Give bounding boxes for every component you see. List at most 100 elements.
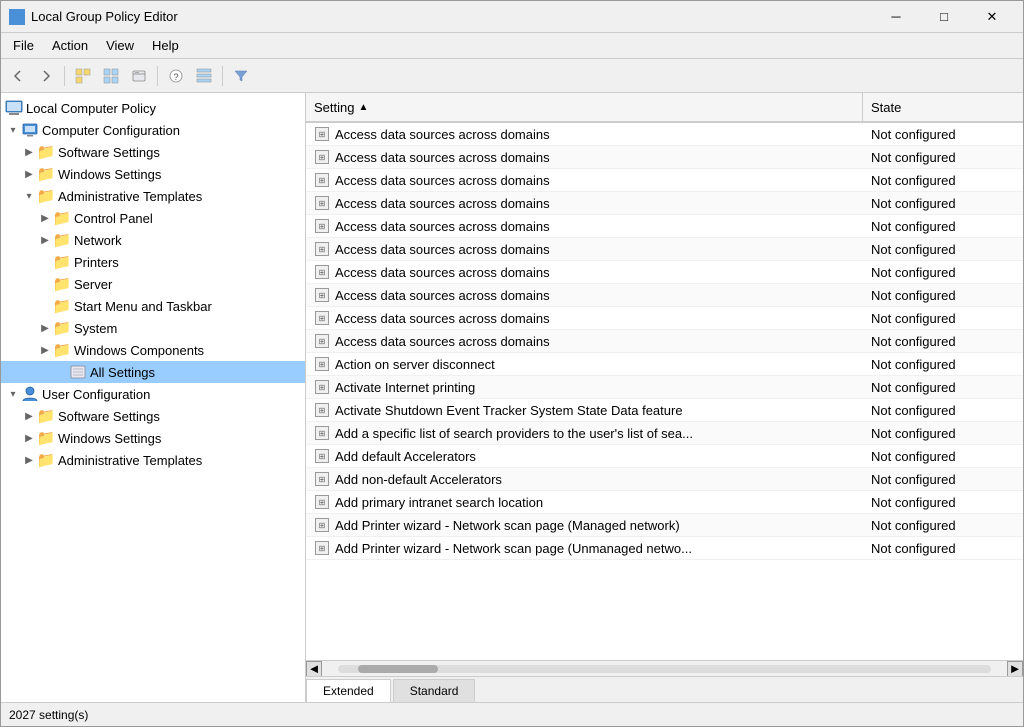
horizontal-scrollbar[interactable]: ◄ ► — [306, 660, 1023, 676]
toggle-userconfig[interactable]: ▾ — [5, 386, 21, 402]
maximize-button[interactable]: □ — [921, 4, 967, 30]
user-config-icon — [21, 385, 39, 403]
toggle-win2[interactable]: ▶ — [21, 430, 37, 446]
main-content: Local Computer Policy ▾ Computer Configu… — [1, 93, 1023, 702]
table-row[interactable]: ⊞ Add default Accelerators Not configure… — [306, 445, 1023, 468]
window-title: Local Group Policy Editor — [31, 9, 178, 24]
sidebar-item-admin-templates[interactable]: ▾ 📁 Administrative Templates — [1, 185, 305, 207]
toggle-admin2[interactable]: ▶ — [21, 452, 37, 468]
table-row[interactable]: ⊞ Add Printer wizard - Network scan page… — [306, 514, 1023, 537]
cell-setting: ⊞ Activate Internet printing — [306, 377, 863, 397]
toggle-system[interactable]: ▶ — [37, 320, 53, 336]
toggle-software-2[interactable]: ▶ — [21, 408, 37, 424]
sidebar-item-printers[interactable]: 📁 Printers — [1, 251, 305, 273]
policy-icon: ⊞ — [314, 333, 330, 349]
sidebar-item-control-panel[interactable]: ▶ 📁 Control Panel — [1, 207, 305, 229]
refresh-button[interactable] — [126, 63, 152, 89]
table-row[interactable]: ⊞ Action on server disconnect Not config… — [306, 353, 1023, 376]
cell-state: Not configured — [863, 470, 1023, 489]
table-row[interactable]: ⊞ Add a specific list of search provider… — [306, 422, 1023, 445]
col-header-state[interactable]: State — [863, 93, 1023, 121]
sidebar-item-server[interactable]: 📁 Server — [1, 273, 305, 295]
help-button[interactable]: ? — [163, 63, 189, 89]
cell-setting: ⊞ Access data sources across domains — [306, 147, 863, 167]
sidebar-item-computer-config[interactable]: ▾ Computer Configuration — [1, 119, 305, 141]
table-row[interactable]: ⊞ Access data sources across domains Not… — [306, 307, 1023, 330]
sidebar-item-all-settings[interactable]: All Settings — [1, 361, 305, 383]
minimize-button[interactable]: ─ — [873, 4, 919, 30]
toggle-software-1[interactable]: ▶ — [21, 144, 37, 160]
table-row[interactable]: ⊞ Access data sources across domains Not… — [306, 238, 1023, 261]
menu-action[interactable]: Action — [44, 36, 96, 55]
sidebar-item-admin-templates-2[interactable]: ▶ 📁 Administrative Templates — [1, 449, 305, 471]
menu-view[interactable]: View — [98, 36, 142, 55]
folder-icon-system: 📁 — [53, 319, 71, 337]
sidebar-item-software-settings-1[interactable]: ▶ 📁 Software Settings — [1, 141, 305, 163]
up-button[interactable] — [70, 63, 96, 89]
menu-file[interactable]: File — [5, 36, 42, 55]
details-button[interactable] — [191, 63, 217, 89]
table-row[interactable]: ⊞ Add primary intranet search location N… — [306, 491, 1023, 514]
policy-icon: ⊞ — [314, 172, 330, 188]
cell-setting: ⊞ Access data sources across domains — [306, 216, 863, 236]
table-row[interactable]: ⊞ Access data sources across domains Not… — [306, 261, 1023, 284]
table-row[interactable]: ⊞ Access data sources across domains Not… — [306, 169, 1023, 192]
title-bar-controls: ─ □ ✕ — [873, 4, 1015, 30]
scroll-left-btn[interactable]: ◄ — [306, 661, 322, 677]
sidebar-item-network[interactable]: ▶ 📁 Network — [1, 229, 305, 251]
toggle-wincomp[interactable]: ▶ — [37, 342, 53, 358]
table-body[interactable]: ⊞ Access data sources across domains Not… — [306, 123, 1023, 660]
cell-setting: ⊞ Add Printer wizard - Network scan page… — [306, 538, 863, 558]
table-row[interactable]: ⊞ Add Printer wizard - Network scan page… — [306, 537, 1023, 560]
menu-help[interactable]: Help — [144, 36, 187, 55]
col-header-setting[interactable]: Setting ▲ — [306, 93, 863, 121]
tab-standard[interactable]: Standard — [393, 679, 476, 702]
scroll-right-btn[interactable]: ► — [1007, 661, 1023, 677]
tree-root[interactable]: Local Computer Policy — [1, 97, 305, 119]
cell-state: Not configured — [863, 125, 1023, 144]
control-panel-label: Control Panel — [71, 211, 153, 226]
col-setting-label: Setting — [314, 100, 354, 115]
sidebar-item-windows-components[interactable]: ▶ 📁 Windows Components — [1, 339, 305, 361]
table-row[interactable]: ⊞ Access data sources across domains Not… — [306, 284, 1023, 307]
forward-button[interactable] — [33, 63, 59, 89]
toggle-win1[interactable]: ▶ — [21, 166, 37, 182]
policy-icon: ⊞ — [314, 448, 330, 464]
table-row[interactable]: ⊞ Access data sources across domains Not… — [306, 215, 1023, 238]
table-row[interactable]: ⊞ Access data sources across domains Not… — [306, 192, 1023, 215]
policy-icon: ⊞ — [314, 379, 330, 395]
cell-state: Not configured — [863, 424, 1023, 443]
all-settings-label: All Settings — [87, 365, 155, 380]
table-row[interactable]: ⊞ Access data sources across domains Not… — [306, 330, 1023, 353]
sidebar-item-windows-settings-2[interactable]: ▶ 📁 Windows Settings — [1, 427, 305, 449]
tab-extended[interactable]: Extended — [306, 679, 391, 702]
app-icon — [9, 9, 25, 25]
sidebar-item-software-settings-2[interactable]: ▶ 📁 Software Settings — [1, 405, 305, 427]
view-button[interactable] — [98, 63, 124, 89]
table-row[interactable]: ⊞ Access data sources across domains Not… — [306, 146, 1023, 169]
cell-state: Not configured — [863, 263, 1023, 282]
scroll-track[interactable] — [338, 665, 991, 673]
table-row[interactable]: ⊞ Add non-default Accelerators Not confi… — [306, 468, 1023, 491]
table-row[interactable]: ⊞ Access data sources across domains Not… — [306, 123, 1023, 146]
policy-icon: ⊞ — [314, 540, 330, 556]
table-row[interactable]: ⊞ Activate Shutdown Event Tracker System… — [306, 399, 1023, 422]
toggle-computer-config[interactable]: ▾ — [5, 122, 21, 138]
sidebar-item-start-menu[interactable]: 📁 Start Menu and Taskbar — [1, 295, 305, 317]
sidebar-item-user-config[interactable]: ▾ User Configuration — [1, 383, 305, 405]
tree-panel[interactable]: Local Computer Policy ▾ Computer Configu… — [1, 93, 306, 702]
toggle-net[interactable]: ▶ — [37, 232, 53, 248]
server-label: Server — [71, 277, 112, 292]
back-button[interactable] — [5, 63, 31, 89]
filter-button[interactable] — [228, 63, 254, 89]
scroll-thumb[interactable] — [358, 665, 438, 673]
toggle-cp[interactable]: ▶ — [37, 210, 53, 226]
sidebar-item-windows-settings-1[interactable]: ▶ 📁 Windows Settings — [1, 163, 305, 185]
cell-setting: ⊞ Activate Shutdown Event Tracker System… — [306, 400, 863, 420]
sort-arrow: ▲ — [358, 102, 368, 113]
software-settings-2-label: Software Settings — [55, 409, 160, 424]
sidebar-item-system[interactable]: ▶ 📁 System — [1, 317, 305, 339]
toggle-admin[interactable]: ▾ — [21, 188, 37, 204]
close-button[interactable]: ✕ — [969, 4, 1015, 30]
table-row[interactable]: ⊞ Activate Internet printing Not configu… — [306, 376, 1023, 399]
